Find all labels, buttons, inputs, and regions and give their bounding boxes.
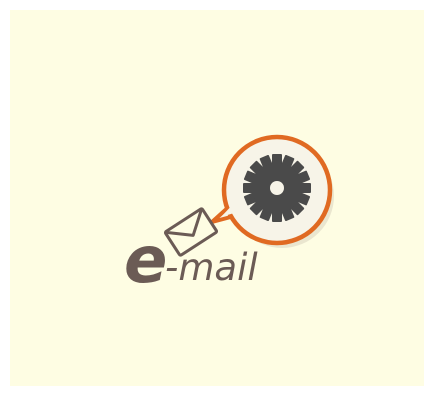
logo-letter-e: e — [124, 224, 167, 298]
logo-text-mail: -mail — [165, 246, 258, 289]
gear-icon — [243, 154, 311, 222]
email-settings-illustration: e -mail — [124, 134, 334, 298]
